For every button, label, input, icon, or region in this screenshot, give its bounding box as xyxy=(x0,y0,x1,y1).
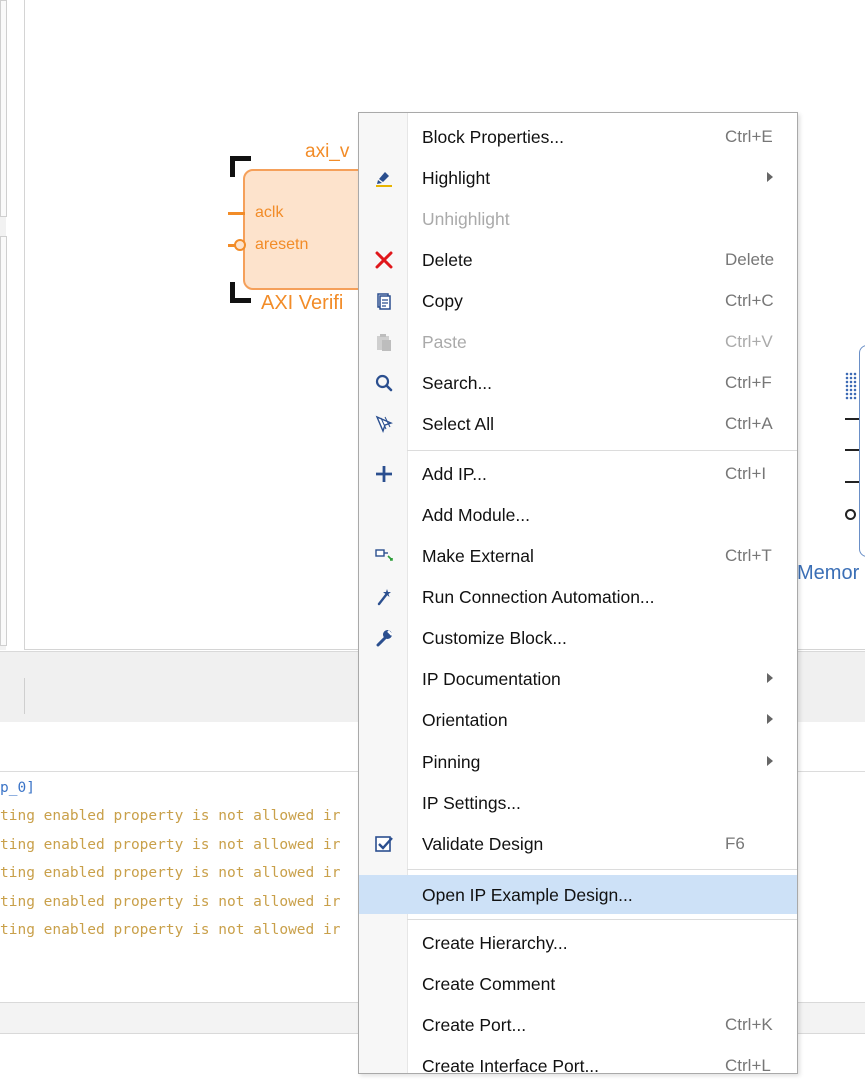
menu-item-shortcut: Ctrl+A xyxy=(725,414,773,433)
memory-block[interactable] xyxy=(859,345,865,557)
pin-label-aclk: aclk xyxy=(255,204,284,221)
menu-item-create-hierarchy[interactable]: Create Hierarchy... xyxy=(359,925,797,961)
aclk-pin[interactable] xyxy=(228,212,245,215)
menu-item-label: Open IP Example Design... xyxy=(422,885,633,905)
menu-separator xyxy=(407,919,797,920)
menu-item-select-all[interactable]: Select All Ctrl+A xyxy=(359,406,797,442)
aresetn-pin[interactable] xyxy=(234,239,246,251)
menu-item-shortcut: Delete xyxy=(725,250,775,269)
menu-item-label: IP Documentation xyxy=(422,669,561,689)
menu-item-label: Create Port... xyxy=(422,1015,527,1035)
left-panel-edge xyxy=(0,0,7,650)
menu-item-shortcut: Ctrl+C xyxy=(725,291,774,310)
plus-icon xyxy=(376,466,392,482)
menu-item-create-comment[interactable]: Create Comment xyxy=(359,966,797,1002)
pin-label-aresetn: aresetn xyxy=(255,236,309,253)
submenu-arrow-icon xyxy=(767,756,773,766)
paste-icon xyxy=(377,334,391,351)
make-external-icon xyxy=(375,549,393,561)
menu-item-shortcut: F6 xyxy=(725,834,745,853)
menu-item-add-ip[interactable]: Add IP... Ctrl+I xyxy=(359,456,797,492)
menu-item-shortcut: Ctrl+F xyxy=(725,373,772,392)
menu-item-label: Create Interface Port... xyxy=(422,1056,600,1076)
menu-item-label: Create Comment xyxy=(422,974,556,994)
highlight-icon xyxy=(376,172,392,187)
submenu-arrow-icon xyxy=(767,673,773,683)
log-line: ting enabled property is not allowed ir xyxy=(0,894,341,910)
log-line: p_0] xyxy=(0,780,35,796)
menu-separator xyxy=(407,869,797,870)
menu-item-label: Orientation xyxy=(422,710,508,730)
menu-item-pinning[interactable]: Pinning xyxy=(359,744,797,780)
log-line: ting enabled property is not allowed ir xyxy=(0,865,341,881)
log-line: ting enabled property is not allowed ir xyxy=(0,837,341,853)
memory-pin[interactable] xyxy=(845,449,859,451)
menu-item-search[interactable]: Search... Ctrl+F xyxy=(359,365,797,401)
menu-item-label: Add IP... xyxy=(422,464,487,484)
menu-item-ip-settings[interactable]: IP Settings... xyxy=(359,785,797,821)
menu-item-label: IP Settings... xyxy=(422,793,521,813)
ip-instance-name[interactable]: axi_v xyxy=(305,141,349,163)
menu-item-create-port[interactable]: Create Port... Ctrl+K xyxy=(359,1007,797,1043)
search-icon xyxy=(375,374,393,392)
menu-item-label: Highlight xyxy=(422,168,491,188)
menu-item-shortcut: Ctrl+V xyxy=(725,332,773,351)
menu-item-label: Copy xyxy=(422,291,463,311)
menu-item-shortcut: Ctrl+T xyxy=(725,546,772,565)
menu-item-delete[interactable]: Delete Delete xyxy=(359,242,797,278)
menu-separator xyxy=(407,450,797,451)
menu-item-label: Unhighlight xyxy=(422,209,510,229)
menu-item-label: Block Properties... xyxy=(422,127,564,147)
memory-pin[interactable] xyxy=(845,481,859,483)
copy-icon xyxy=(377,293,391,310)
left-panel-segment xyxy=(0,236,7,646)
menu-item-label: Paste xyxy=(422,332,467,352)
menu-item-orientation[interactable]: Orientation xyxy=(359,702,797,738)
wrench-icon xyxy=(376,630,393,647)
validate-icon xyxy=(375,836,393,852)
menu-item-shortcut: Ctrl+K xyxy=(725,1015,773,1034)
select-all-icon xyxy=(375,415,393,433)
menu-item-label: Select All xyxy=(422,414,494,434)
grip-dots-icon xyxy=(845,372,857,400)
menu-item-shortcut: Ctrl+I xyxy=(725,464,767,483)
submenu-arrow-icon xyxy=(767,714,773,724)
memory-pin[interactable] xyxy=(845,418,859,420)
menu-item-paste[interactable]: Paste Ctrl+V xyxy=(359,324,797,360)
menu-item-label: Customize Block... xyxy=(422,628,567,648)
menu-item-block-properties[interactable]: Block Properties... Ctrl+E xyxy=(359,119,797,155)
log-line: ting enabled property is not allowed ir xyxy=(0,922,341,938)
menu-item-label: Create Hierarchy... xyxy=(422,933,568,953)
menu-item-add-module[interactable]: Add Module... xyxy=(359,497,797,533)
menu-item-make-external[interactable]: Make External Ctrl+T xyxy=(359,538,797,574)
menu-item-open-ip-example-design[interactable]: Open IP Example Design... xyxy=(359,875,797,914)
ip-subtitle: AXI Verifi xyxy=(261,292,344,314)
menu-item-create-interface-port[interactable]: Create Interface Port... Ctrl+L xyxy=(359,1048,797,1084)
menu-item-customize-block[interactable]: Customize Block... xyxy=(359,620,797,656)
context-menu: Block Properties... Ctrl+E Highlight Unh… xyxy=(358,112,798,1076)
menu-item-shortcut: Ctrl+L xyxy=(725,1056,771,1075)
memory-block-label: Memor xyxy=(797,562,860,584)
memory-pin[interactable] xyxy=(845,509,856,520)
menu-item-unhighlight[interactable]: Unhighlight xyxy=(359,201,797,237)
menu-item-label: Add Module... xyxy=(422,505,530,525)
log-line: ting enabled property is not allowed ir xyxy=(0,808,341,824)
delete-x-icon xyxy=(375,251,393,269)
submenu-arrow-icon xyxy=(767,172,773,182)
menu-item-label: Run Connection Automation... xyxy=(422,587,655,607)
menu-item-label: Pinning xyxy=(422,752,481,772)
menu-item-label: Validate Design xyxy=(422,834,544,854)
menu-item-run-connection-automation[interactable]: Run Connection Automation... xyxy=(359,579,797,615)
menu-item-label: Search... xyxy=(422,373,493,393)
menu-item-ip-documentation[interactable]: IP Documentation xyxy=(359,661,797,697)
menu-item-label: Make External xyxy=(422,546,534,566)
wand-icon xyxy=(377,589,391,606)
menu-item-copy[interactable]: Copy Ctrl+C xyxy=(359,283,797,319)
menu-item-highlight[interactable]: Highlight xyxy=(359,160,797,196)
menu-item-label: Delete xyxy=(422,250,473,270)
tab-separator xyxy=(24,678,25,714)
menu-item-validate-design[interactable]: Validate Design F6 xyxy=(359,826,797,862)
menu-item-shortcut: Ctrl+E xyxy=(725,127,773,146)
left-panel-segment xyxy=(0,0,7,217)
